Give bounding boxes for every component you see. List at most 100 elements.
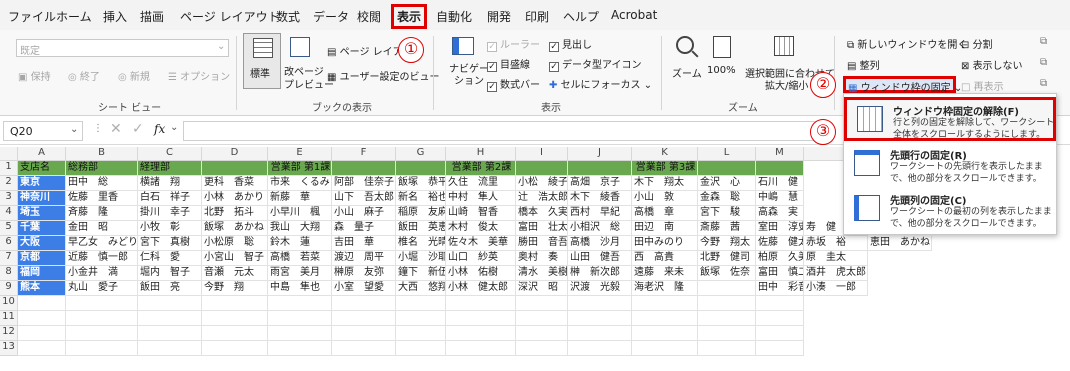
table-cell[interactable]: 飯田 亮	[138, 281, 202, 296]
dept-header-cell[interactable]	[756, 161, 804, 176]
empty-cell[interactable]	[332, 311, 396, 326]
table-cell[interactable]: 奥村 奏	[516, 251, 568, 266]
table-cell[interactable]: 斎藤 茜	[698, 221, 756, 236]
table-cell[interactable]: 佐藤 里香	[66, 191, 138, 206]
dept-header-cell[interactable]	[698, 161, 756, 176]
table-cell[interactable]: 飯塚 恭平	[396, 176, 446, 191]
dept-header-cell[interactable]	[332, 161, 396, 176]
empty-cell[interactable]	[332, 341, 396, 356]
table-cell[interactable]: 更科 香菜	[202, 176, 268, 191]
table-cell[interactable]: 丸山 愛子	[66, 281, 138, 296]
row-header[interactable]: 8	[0, 266, 18, 281]
table-cell[interactable]: 今野 翔	[202, 281, 268, 296]
exit-button[interactable]: ◎ 終了	[68, 68, 100, 83]
column-header[interactable]: J	[568, 147, 632, 161]
table-cell[interactable]: 酒井 虎太郎	[804, 266, 868, 281]
unhide-button[interactable]: □ 再表示	[961, 78, 1004, 93]
table-cell[interactable]: 山田 健吾	[568, 251, 632, 266]
table-cell[interactable]: 中嶋 慧	[756, 191, 804, 206]
table-cell[interactable]: 高橋 沙月	[568, 236, 632, 251]
table-cell[interactable]: 室田 淳史	[756, 221, 804, 236]
dept-header-cell[interactable]: 営業部 第3課	[632, 161, 698, 176]
dept-header-cell[interactable]	[516, 161, 568, 176]
table-cell[interactable]: 中島 隼也	[268, 281, 332, 296]
column-header[interactable]: F	[332, 147, 396, 161]
navigation-button[interactable]: ナビゲー ション	[446, 35, 489, 91]
empty-cell[interactable]	[138, 326, 202, 341]
table-cell[interactable]: 佐々木 美華	[446, 236, 516, 251]
empty-cell[interactable]	[268, 341, 332, 356]
empty-cell[interactable]	[516, 341, 568, 356]
branch-name-cell[interactable]: 千葉	[18, 221, 66, 236]
table-cell[interactable]: 赤坂 裕	[804, 236, 868, 251]
column-header[interactable]: C	[138, 147, 202, 161]
table-cell[interactable]: 田中 彩音	[756, 281, 804, 296]
freeze-first-column-item[interactable]: 先頭列の固定(C) ワークシートの最初の列を表示したまま で、他の部分をスクロー…	[844, 189, 1056, 233]
table-cell[interactable]: 高森 実	[756, 206, 804, 221]
empty-cell[interactable]	[568, 311, 632, 326]
empty-cell[interactable]	[268, 296, 332, 311]
branch-name-cell[interactable]: 福岡	[18, 266, 66, 281]
column-header[interactable]: D	[202, 147, 268, 161]
empty-cell[interactable]	[568, 326, 632, 341]
side-by-side-icon[interactable]: ⧉	[1040, 36, 1047, 47]
menu-view[interactable]: 表示	[391, 4, 428, 29]
table-cell[interactable]: 柏原 久美子	[756, 251, 804, 266]
empty-cell[interactable]	[568, 296, 632, 311]
table-cell[interactable]: 堀内 智子	[138, 266, 202, 281]
menu-draw[interactable]: 描画	[140, 8, 164, 25]
column-header[interactable]: A	[18, 147, 66, 161]
table-cell[interactable]: 小宮山 智子	[202, 251, 268, 266]
empty-cell[interactable]	[632, 311, 698, 326]
table-cell[interactable]: 森 量子	[332, 221, 396, 236]
table-cell[interactable]: 雨宮 美月	[268, 266, 332, 281]
menu-page-layout[interactable]: ページ レイアウト	[180, 8, 280, 25]
normal-view-button[interactable]: 標準	[243, 33, 281, 89]
table-cell[interactable]: 小金井 満	[66, 266, 138, 281]
row-header[interactable]: 3	[0, 191, 18, 206]
formula-input[interactable]	[183, 121, 823, 141]
empty-cell[interactable]	[756, 341, 804, 356]
table-cell[interactable]	[698, 281, 756, 296]
empty-cell[interactable]	[516, 311, 568, 326]
empty-cell[interactable]	[202, 341, 268, 356]
table-cell[interactable]: 飯塚 あかね	[202, 221, 268, 236]
table-cell[interactable]: 小牧 彰	[138, 221, 202, 236]
menu-acrobat[interactable]: Acrobat	[611, 8, 657, 22]
table-cell[interactable]: 小林 佑樹	[446, 266, 516, 281]
table-cell[interactable]: 横諸 翔	[138, 176, 202, 191]
empty-cell[interactable]	[396, 341, 446, 356]
table-cell[interactable]: 小山 敦	[632, 191, 698, 206]
menu-formulas[interactable]: 数式	[276, 8, 300, 25]
table-cell[interactable]: 早乙女 みどり	[66, 236, 138, 251]
table-cell[interactable]: 海老沢 隆	[632, 281, 698, 296]
row-header[interactable]: 5	[0, 221, 18, 236]
row-header[interactable]: 7	[0, 251, 18, 266]
row-header[interactable]: 12	[0, 326, 18, 341]
table-cell[interactable]: 遠藤 来未	[632, 266, 698, 281]
table-cell[interactable]: 近藤 慎一郎	[66, 251, 138, 266]
table-cell[interactable]: 木村 俊太	[446, 221, 516, 236]
menu-automate[interactable]: 自動化	[436, 8, 472, 25]
row-header[interactable]: 6	[0, 236, 18, 251]
empty-cell[interactable]	[202, 311, 268, 326]
dept-header-cell[interactable]: 営業部 第1課	[268, 161, 332, 176]
table-cell[interactable]: 山崎 智香	[446, 206, 516, 221]
table-cell[interactable]: 新藤 華	[268, 191, 332, 206]
column-header[interactable]: B	[66, 147, 138, 161]
empty-cell[interactable]	[698, 296, 756, 311]
table-cell[interactable]: 佐藤 健太	[756, 236, 804, 251]
table-cell[interactable]: 山下 吾太郎	[332, 191, 396, 206]
empty-cell[interactable]	[516, 296, 568, 311]
empty-cell[interactable]	[138, 296, 202, 311]
table-cell[interactable]: 掛川 幸子	[138, 206, 202, 221]
empty-cell[interactable]	[698, 341, 756, 356]
table-cell[interactable]: 橋本 久実	[516, 206, 568, 221]
table-cell[interactable]: 田中 総	[66, 176, 138, 191]
dept-header-cell[interactable]	[202, 161, 268, 176]
table-cell[interactable]: 宮下 駿	[698, 206, 756, 221]
empty-cell[interactable]	[446, 326, 516, 341]
table-cell[interactable]: 白石 祥子	[138, 191, 202, 206]
table-cell[interactable]: 木下 綾香	[568, 191, 632, 206]
branch-name-cell[interactable]: 熊本	[18, 281, 66, 296]
